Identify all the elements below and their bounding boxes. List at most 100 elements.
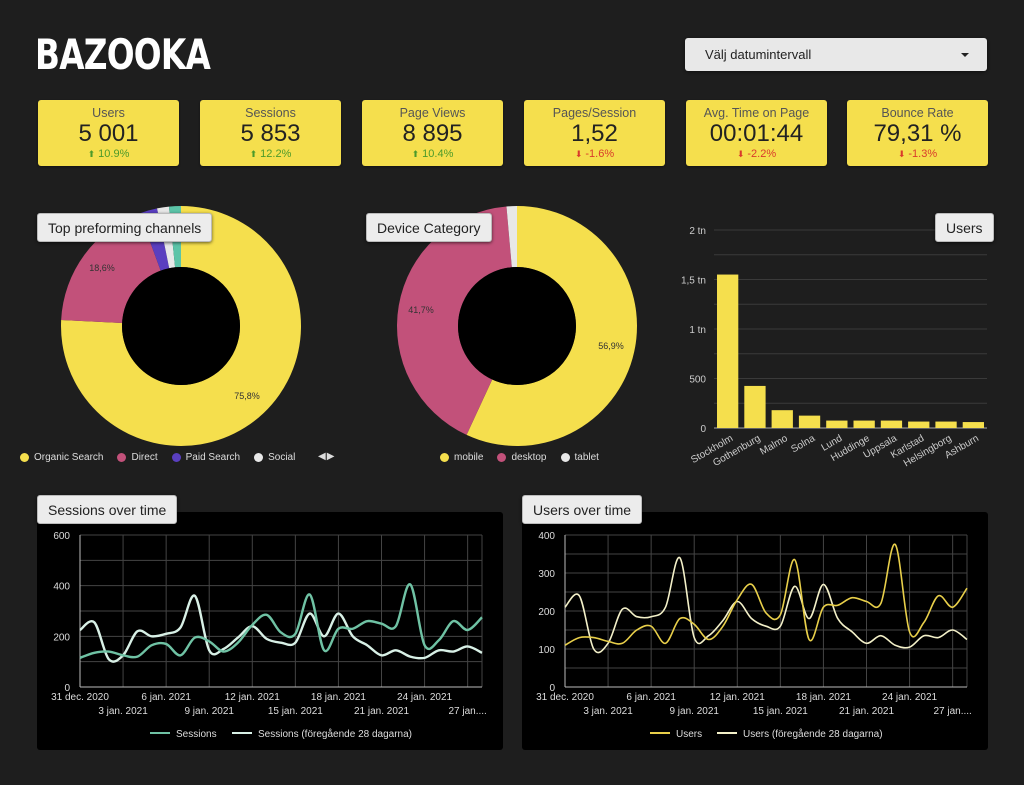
kpi-value: 00:01:44 [709, 120, 804, 147]
kpi-card-avg-time-on-page: Avg. Time on Page 00:01:44 ⬇ -2.2% [686, 100, 827, 166]
kpi-title: Avg. Time on Page [703, 106, 810, 120]
legend-swatch [560, 453, 570, 462]
x-tick-label: 3 jan. 2021 [583, 706, 633, 717]
kpi-delta: ⬆ 12.2% [200, 148, 341, 161]
chart-title-users: Users [935, 213, 994, 242]
legend-item: tablet [560, 452, 599, 463]
arrow-up-icon: ⬆ [249, 149, 258, 159]
caret-down-icon [961, 53, 969, 57]
x-tick-label: Malmo [758, 433, 790, 458]
x-tick-label: 21 jan. 2021 [839, 706, 894, 717]
legend-pager[interactable]: ◀▶ [318, 451, 335, 462]
y-tick-label: 600 [53, 531, 70, 542]
kpi-card-page-views: Page Views 8 895 ⬆ 10.4% [362, 100, 503, 166]
legend-swatch [440, 453, 449, 462]
next-page-icon[interactable]: ▶ [327, 451, 336, 462]
x-tick-label: 6 jan. 2021 [141, 692, 191, 703]
y-tick-label: 100 [538, 645, 555, 656]
legend-label: Paid Search [185, 452, 241, 463]
y-tick-label: 2 tn [689, 226, 706, 237]
y-tick-label: 300 [538, 569, 555, 580]
y-tick-label: 400 [53, 582, 70, 593]
chart-legend: Sessions Sessions (föregående 28 dagarna) [150, 728, 412, 740]
legend-label: Sessions [176, 729, 217, 740]
data-label-desktop: 41,7% [408, 305, 434, 315]
kpi-value: 1,52 [571, 120, 618, 147]
kpi-delta-value: 10.4% [422, 148, 454, 160]
chart-legend: Users Users (föregående 28 dagarna) [650, 728, 883, 740]
sessions-line-chart: 020040060031 dec. 2020 6 jan. 2021 12 jan.… [51, 531, 487, 740]
kpi-title: Users [92, 106, 125, 120]
kpi-delta: ⬇ -1.6% [524, 148, 665, 161]
arrow-down-icon: ⬇ [574, 149, 583, 159]
bar-gothenburg [744, 385, 766, 428]
series-line-current [79, 583, 483, 659]
y-tick-label: 200 [53, 632, 70, 643]
kpi-title: Page Views [399, 106, 466, 120]
legend-item: Social [254, 452, 295, 463]
y-tick-label: 1 tn [689, 325, 706, 336]
x-tick-label: 9 jan. 2021 [669, 706, 719, 717]
y-tick-label: 500 [689, 375, 706, 386]
arrow-up-icon: ⬆ [87, 149, 96, 159]
kpi-title: Sessions [245, 106, 296, 120]
x-tick-label: 6 jan. 2021 [626, 692, 676, 703]
x-tick-label: 18 jan. 2021 [311, 692, 366, 703]
x-tick-label: 24 jan. 2021 [882, 692, 937, 703]
legend-label: tablet [574, 452, 599, 463]
legend-swatch [20, 453, 29, 462]
legend-label: Users (föregående 28 dagarna) [743, 728, 883, 740]
y-tick-label: 200 [538, 607, 555, 618]
kpi-value: 79,31 % [873, 120, 962, 147]
x-tick-label: 18 jan. 2021 [796, 692, 851, 703]
kpi-delta: ⬆ 10.4% [362, 148, 503, 161]
kpi-title: Bounce Rate [881, 106, 954, 120]
series-line-previous [564, 556, 968, 654]
legend-label: Direct [131, 452, 158, 463]
arrow-up-icon: ⬆ [411, 149, 420, 159]
x-tick-label: 31 dec. 2020 [51, 692, 109, 703]
legend-label: mobile [454, 452, 484, 463]
users-by-city-bar-chart: 05001 tn1,5 tn2 tnStockholmGothenburgMal… [681, 226, 987, 469]
bar-solna [798, 415, 821, 428]
legend-label: Sessions (föregående 28 dagarna) [258, 728, 412, 740]
legend-item: Direct [117, 452, 158, 463]
x-tick-label: 15 jan. 2021 [268, 706, 323, 717]
x-tick-label: 31 dec. 2020 [536, 692, 594, 703]
prev-page-icon[interactable]: ◀ [318, 451, 327, 462]
donut-hole [122, 267, 240, 385]
x-tick-label: 12 jan. 2021 [710, 692, 765, 703]
x-tick-label: 21 jan. 2021 [354, 706, 409, 717]
kpi-card-sessions: Sessions 5 853 ⬆ 12.2% [200, 100, 341, 166]
legend-label: desktop [511, 452, 547, 463]
x-tick-label: 27 jan.... [448, 706, 486, 717]
kpi-delta-value: 10.9% [98, 148, 130, 160]
data-label-mobile: 56,9% [598, 341, 624, 351]
x-tick-label: 3 jan. 2021 [98, 706, 148, 717]
arrow-down-icon: ⬇ [736, 149, 745, 159]
channels-legend: Organic Search Direct Paid Search Social [20, 452, 309, 465]
series-line-previous [79, 594, 483, 663]
bar-ashburn [962, 422, 984, 428]
legend-item: Organic Search [20, 452, 103, 463]
legend-swatch [117, 453, 127, 462]
bar-huddinge [853, 420, 875, 428]
data-label-direct: 18,6% [89, 263, 115, 273]
date-range-dropdown[interactable]: Välj datumintervall [685, 38, 987, 71]
bar-helsingborg [935, 421, 957, 428]
legend-swatch [254, 453, 264, 462]
chart-title-device: Device Category [366, 213, 492, 242]
brand-logo: BAZOOKA [35, 30, 211, 79]
bar-malmo [771, 410, 793, 428]
donut-hole [458, 267, 576, 385]
legend-label: Social [268, 452, 296, 463]
legend-item: Paid Search [171, 452, 241, 463]
kpi-card-pages-session: Pages/Session 1,52 ⬇ -1.6% [524, 100, 665, 166]
x-tick-label: 24 jan. 2021 [397, 692, 452, 703]
date-range-label: Välj datumintervall [705, 47, 812, 62]
legend-item: desktop [497, 452, 547, 463]
kpi-delta-value: -2.2% [747, 148, 777, 160]
chart-title-channels: Top preforming channels [37, 213, 213, 242]
bar-karlstad [908, 421, 930, 428]
device-legend: mobile desktop tablet [440, 452, 613, 465]
